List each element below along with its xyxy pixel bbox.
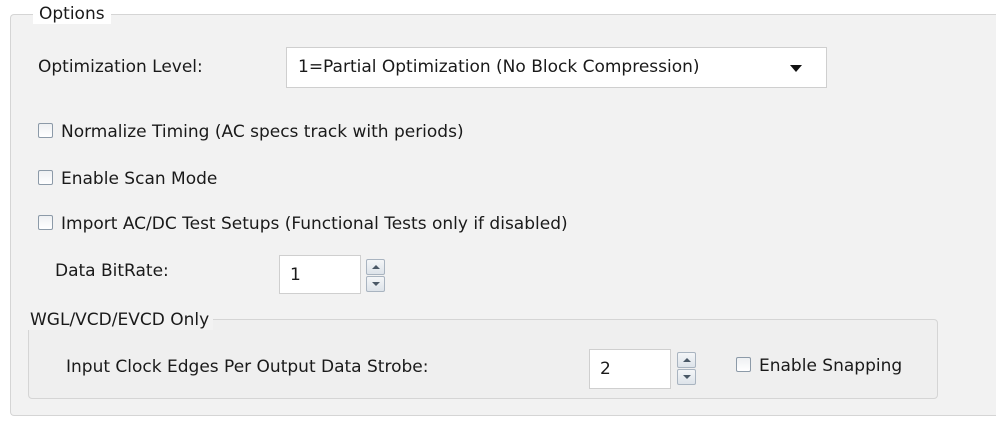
normalize-timing-label: Normalize Timing (AC specs track with pe… — [61, 122, 464, 142]
data-bitrate-label: Data BitRate: — [55, 261, 169, 281]
import-acdc-label: Import AC/DC Test Setups (Functional Tes… — [61, 214, 568, 234]
checkbox-unchecked-icon — [736, 357, 751, 372]
options-legend: Options — [33, 4, 111, 24]
wgl-legend: WGL/VCD/EVCD Only — [26, 310, 214, 330]
spin-down-icon[interactable] — [677, 369, 696, 385]
clock-edges-label: Input Clock Edges Per Output Data Strobe… — [66, 357, 429, 377]
data-bitrate-spinner[interactable] — [366, 259, 385, 293]
optimization-level-value: 1=Partial Optimization (No Block Compres… — [298, 57, 700, 77]
data-bitrate-value: 1 — [290, 265, 301, 285]
spin-up-icon[interactable] — [366, 259, 385, 275]
checkbox-unchecked-icon — [38, 123, 53, 138]
enable-snapping-label: Enable Snapping — [759, 356, 903, 376]
enable-scan-mode-label: Enable Scan Mode — [61, 169, 218, 189]
data-bitrate-input[interactable]: 1 — [279, 255, 361, 294]
optimization-level-dropdown[interactable]: 1=Partial Optimization (No Block Compres… — [286, 47, 827, 88]
spin-up-icon[interactable] — [677, 352, 696, 368]
clock-edges-value: 2 — [600, 359, 611, 379]
optimization-level-label: Optimization Level: — [38, 57, 203, 77]
spin-down-icon[interactable] — [366, 276, 385, 292]
dropdown-arrow-icon — [790, 65, 802, 72]
checkbox-unchecked-icon — [38, 170, 53, 185]
checkbox-unchecked-icon — [38, 215, 53, 230]
clock-edges-spinner[interactable] — [677, 352, 696, 386]
clock-edges-input[interactable]: 2 — [589, 349, 671, 389]
